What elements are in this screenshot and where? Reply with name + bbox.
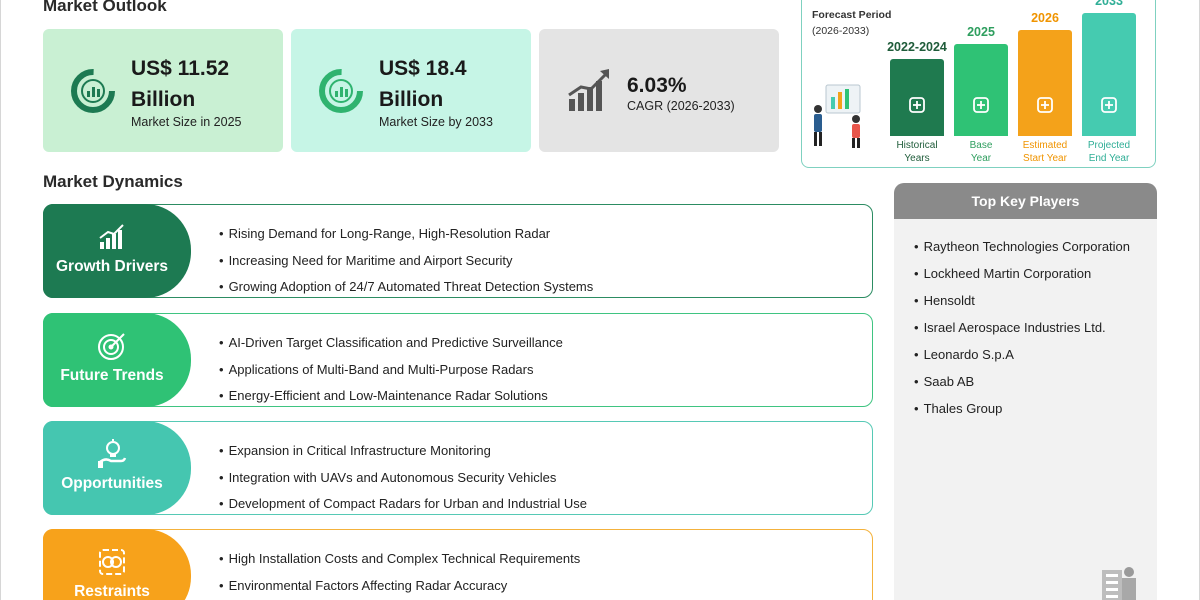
kpi-subtitle: Market Size in 2025 xyxy=(131,115,242,129)
market-outlook-title: Market Outlook xyxy=(43,0,167,15)
forecast-bar-label: Estimated Start Year xyxy=(1022,140,1068,164)
building-icon xyxy=(1102,567,1136,600)
key-players-title: Top Key Players xyxy=(894,183,1157,219)
dynamics-tab: Future Trends xyxy=(43,313,191,407)
gears-icon xyxy=(1037,97,1053,113)
kpi-card-market-size-2025: US$ 11.52 Billion Market Size in 2025 xyxy=(43,29,283,152)
growth-bars-icon xyxy=(99,224,124,249)
forecast-bar xyxy=(1018,30,1072,136)
forecast-caption: Forecast Period (2026-2033) xyxy=(812,7,891,39)
forecast-bar-year: 2026 xyxy=(1031,11,1059,25)
calendar-icon xyxy=(973,97,989,113)
list-item: Hensoldt xyxy=(914,287,1157,314)
kpi-card-cagr: 6.03% CAGR (2026-2033) xyxy=(539,29,779,152)
key-players-panel: Top Key Players Raytheon Technologies Co… xyxy=(894,183,1157,600)
dynamics-tab-label: Future Trends xyxy=(60,367,164,384)
idea-hand-icon xyxy=(98,439,127,468)
chart-donut-icon xyxy=(319,69,363,113)
kpi-subtitle: CAGR (2026-2033) xyxy=(627,99,735,113)
list-item: Lockheed Martin Corporation xyxy=(914,260,1157,287)
analyst-illustration-icon xyxy=(814,84,861,148)
kpi-subtitle: Market Size by 2033 xyxy=(379,115,493,129)
kpi-value: US$ 11.52 Billion xyxy=(131,57,230,111)
forecast-bar xyxy=(954,44,1008,136)
forecast-caption-title: Forecast Period xyxy=(812,9,892,21)
dynamics-row-restraints: Restraints High Installation Costs and C… xyxy=(43,529,873,600)
list-item: Development of Compact Radars for Urban … xyxy=(219,491,587,518)
list-item: AI-Driven Target Classification and Pred… xyxy=(219,330,563,357)
presentation-icon xyxy=(1101,97,1117,113)
growth-chart-icon xyxy=(568,69,609,111)
list-item: Growing Adoption of 24/7 Automated Threa… xyxy=(219,274,594,301)
list-item: Leonardo S.p.A xyxy=(914,341,1157,368)
kpi-value: US$ 18.4 Billion xyxy=(379,57,467,111)
forecast-bar-label: Projected End Year xyxy=(1087,140,1131,164)
forecast-bar-year: 2025 xyxy=(967,25,995,39)
dynamics-row-growth-drivers: Growth Drivers Rising Demand for Long-Ra… xyxy=(43,204,873,298)
dynamics-row-future-trends: Future Trends AI-Driven Target Classific… xyxy=(43,313,873,407)
dynamics-tab: Growth Drivers xyxy=(43,204,191,298)
dynamics-tab-label: Growth Drivers xyxy=(56,258,168,275)
forecast-bar-label: Base Year xyxy=(969,140,993,164)
dynamics-tab-label: Restraints xyxy=(74,583,150,600)
forecast-caption-range: (2026-2033) xyxy=(812,25,870,37)
list-item: Raytheon Technologies Corporation xyxy=(914,233,1157,260)
list-item: Increasing Need for Maritime and Airport… xyxy=(219,248,593,275)
dynamics-list: High Installation Costs and Complex Tech… xyxy=(219,546,581,600)
list-item: Applications of Multi-Band and Multi-Pur… xyxy=(219,357,563,384)
list-item: Environmental Factors Affecting Radar Ac… xyxy=(219,573,580,600)
list-item: Israel Aerospace Industries Ltd. xyxy=(914,314,1157,341)
forecast-panel: Forecast Period (2026-2033) 2022-2024 His… xyxy=(801,0,1156,168)
list-item: High Installation Costs and Complex Tech… xyxy=(219,546,581,573)
dynamics-row-opportunities: Opportunities Expansion in Critical Infr… xyxy=(43,421,873,515)
dynamics-tab-label: Opportunities xyxy=(61,475,163,492)
forecast-bar xyxy=(1082,13,1136,136)
dynamics-list: Rising Demand for Long-Range, High-Resol… xyxy=(219,221,594,301)
forecast-bar-label: Historical Years xyxy=(896,140,938,164)
dynamics-tab: Opportunities xyxy=(43,421,191,515)
list-item: Integration with UAVs and Autonomous Sec… xyxy=(219,465,587,492)
forecast-bar-year: 2033 xyxy=(1095,0,1123,8)
forecast-bar-year: 2022-2024 xyxy=(887,40,947,54)
list-item: Saab AB xyxy=(914,368,1157,395)
dynamics-list: Expansion in Critical Infrastructure Mon… xyxy=(219,438,587,518)
list-item: Expansion in Critical Infrastructure Mon… xyxy=(219,438,587,465)
history-icon xyxy=(909,97,925,113)
list-item: Thales Group xyxy=(914,395,1157,422)
chart-donut-icon xyxy=(71,69,115,113)
kpi-card-market-size-2033: US$ 18.4 Billion Market Size by 2033 xyxy=(291,29,531,152)
dynamics-tab: Restraints xyxy=(43,529,191,600)
list-item: Rising Demand for Long-Range, High-Resol… xyxy=(219,221,593,248)
list-item: Energy-Efficient and Low-Maintenance Rad… xyxy=(219,383,563,410)
target-icon xyxy=(98,333,125,360)
restraint-icon xyxy=(99,549,125,575)
market-dynamics-title: Market Dynamics xyxy=(43,172,183,191)
key-players-list: Raytheon Technologies Corporation Lockhe… xyxy=(894,219,1157,422)
kpi-value: 6.03% xyxy=(627,74,687,97)
dynamics-list: AI-Driven Target Classification and Pred… xyxy=(219,330,563,410)
